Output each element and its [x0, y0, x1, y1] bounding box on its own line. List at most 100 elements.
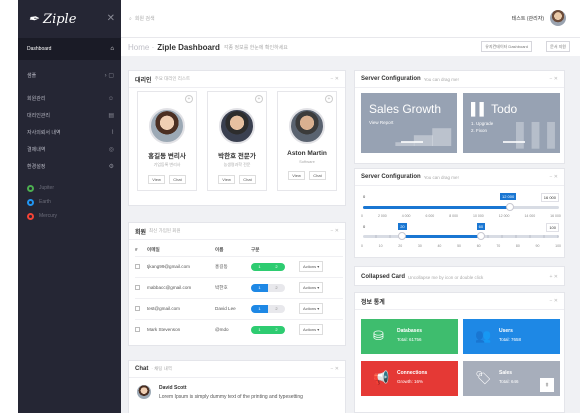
stat-label: Databases — [397, 328, 423, 334]
slider-handle[interactable] — [506, 203, 514, 211]
brand-logo[interactable]: ✒ Ziple ✕ — [18, 0, 121, 38]
chat-card: Chat · 채팅 내역 − ✕ David Scott Lorem Ipsum… — [128, 360, 346, 413]
search-input[interactable]: ⌕ 회원 검색 — [129, 15, 155, 23]
chat-message: Lorem Ipsum is simply dummy text of the … — [159, 394, 303, 400]
sidebar-item-requests[interactable]: 자사의뢰서 내역 ⌇ — [18, 124, 121, 141]
row-checkbox[interactable] — [135, 326, 140, 332]
circle-icon — [27, 212, 34, 220]
sales-growth-tile[interactable]: Sales Growth View Report ▁▃▅ — [361, 93, 457, 153]
todo-item: 2. Fixon — [471, 128, 488, 133]
range-handle-high[interactable] — [476, 232, 485, 240]
member-email[interactable]: mabbacc@gmail.com — [147, 276, 215, 298]
books-icon: ▐▐▐ — [508, 122, 555, 147]
member-type-toggle[interactable]: 12 — [251, 283, 285, 292]
row-checkbox[interactable] — [135, 263, 140, 269]
row-checkbox[interactable] — [135, 284, 140, 290]
actions-dropdown[interactable]: Actions ▾ — [299, 261, 324, 272]
sidebar-item-payments[interactable]: 결제내역 ◎ — [18, 141, 121, 158]
toggle-option[interactable]: 1 — [251, 283, 268, 292]
avatar — [137, 385, 151, 399]
range-handle-low[interactable] — [398, 232, 407, 240]
tile-title-wrap: ▌▌ Todo — [471, 102, 517, 116]
sidebar-planet-jupiter[interactable]: Jupiter — [18, 181, 121, 195]
view-button[interactable]: View — [288, 171, 305, 180]
sidebar-item-label: 대리인관리 — [27, 113, 51, 119]
server-sliders-card: Server Configuration You can drag me! − … — [354, 168, 565, 258]
row-checkbox[interactable] — [135, 305, 140, 311]
todo-tile[interactable]: ▌▌ Todo 1. Upgrade 2. Fixon ▐▐▐ — [463, 93, 560, 153]
card-controls-icon[interactable]: − ✕ — [550, 298, 559, 304]
member-email[interactable]: test@gmail.com — [147, 297, 215, 319]
help-button[interactable]: 문서 지원 — [546, 41, 570, 52]
actions-dropdown[interactable]: Actions ▾ — [299, 282, 324, 293]
search-placeholder: 회원 검색 — [134, 16, 155, 22]
member-type-toggle[interactable]: 12 — [251, 304, 285, 313]
users-stat[interactable]: 👥 Users Total: 7658 — [463, 319, 560, 354]
close-sidebar-icon[interactable]: ✕ — [107, 13, 115, 24]
scroll-top-icon[interactable]: ⇞ — [540, 378, 554, 392]
card-subtitle: You can drag me! — [423, 76, 459, 82]
sidebar-nav: Dashboard ⌂ 샘플 › ▢ 회원관리 ☺ 대리인관리 ▤ 자사의뢰서 … — [18, 38, 121, 223]
toggle-option[interactable]: 1 — [251, 262, 268, 271]
table-row: Mark Stevenson @mdo 12 Actions ▾ — [135, 318, 343, 340]
add-icon[interactable]: + — [255, 95, 263, 103]
toggle-option[interactable]: 1 — [251, 304, 268, 313]
card-title: Collapsed Card — [361, 274, 406, 280]
actions-dropdown[interactable]: Actions ▾ — [299, 324, 324, 336]
chat-button[interactable]: Chat — [169, 175, 186, 184]
chat-button[interactable]: Chat — [239, 175, 256, 184]
agent-name: 박한호 전문가 — [218, 153, 256, 160]
agent-photo — [219, 108, 255, 144]
card-controls-icon[interactable]: + ✕ — [550, 274, 559, 280]
card-title: 정보 통계 — [361, 299, 385, 306]
agent-photo — [149, 108, 185, 144]
chat-button[interactable]: Chat — [309, 171, 326, 180]
dashboard-button[interactable]: 유지컨테이터 Dashboard — [481, 41, 532, 52]
members-card: 회원 최신 가입된 회원 − ✕ # 이메일 이름 구분 tjkang99@gm… — [128, 222, 346, 346]
add-icon[interactable]: + — [185, 95, 193, 103]
collapsed-card[interactable]: Collapsed Card Uncollapse me by icon or … — [354, 266, 565, 286]
sidebar-item-settings[interactable]: 환경설정 ⚙ — [18, 158, 121, 175]
connections-stat[interactable]: 📢 Connections Growth: 16% — [361, 361, 458, 396]
user-menu[interactable]: 테스트 (관리자) — [512, 10, 566, 26]
agent-photo — [289, 108, 325, 144]
breadcrumb[interactable]: Home · — [128, 43, 154, 52]
card-controls-icon[interactable]: − ✕ — [550, 76, 559, 82]
member-type-toggle[interactable]: 12 — [251, 325, 285, 334]
toggle-option[interactable]: 2 — [268, 325, 285, 334]
toggle-option[interactable]: 1 — [251, 325, 268, 334]
sidebar-item-sample[interactable]: 샘플 › ▢ — [18, 67, 121, 84]
add-icon[interactable]: + — [325, 95, 333, 103]
toggle-option[interactable]: 2 — [268, 262, 285, 271]
sidebar-item-members[interactable]: 회원관리 ☺ — [18, 90, 121, 107]
card-controls-icon[interactable]: − ✕ — [331, 366, 340, 372]
column-header: 이름 — [215, 246, 224, 252]
card-controls-icon[interactable]: − ✕ — [550, 174, 559, 180]
range-low-badge: 20 — [398, 223, 407, 230]
sales-stat[interactable]: 🏷 Sales Total: 646 ⇞ — [463, 361, 560, 396]
sidebar-item-dashboard[interactable]: Dashboard ⌂ — [18, 38, 121, 60]
member-email[interactable]: Mark Stevenson — [147, 318, 215, 340]
sidebar-item-label: 결제내역 — [27, 147, 46, 153]
view-button[interactable]: View — [218, 175, 235, 184]
tick-label: 6 000 — [425, 214, 435, 218]
actions-dropdown[interactable]: Actions ▾ — [299, 303, 324, 314]
tile-link[interactable]: View Report — [369, 120, 393, 125]
card-header: 대리인 주요 대리인 리스트 − ✕ — [129, 71, 345, 88]
slider-max-label: 16 000 — [540, 193, 559, 202]
card-controls-icon[interactable]: − ✕ — [331, 228, 340, 234]
member-email[interactable]: tjkang99@gmail.com — [147, 255, 215, 277]
tag-icon: 🏷 — [475, 370, 492, 385]
sidebar-planet-mercury[interactable]: Mercury — [18, 209, 121, 223]
member-type-toggle[interactable]: 12 — [251, 262, 285, 271]
circle-icon — [27, 198, 34, 206]
sidebar-planet-earth[interactable]: Earth — [18, 195, 121, 209]
toggle-option[interactable]: 2 — [268, 283, 285, 292]
card-controls-icon[interactable]: − ✕ — [331, 76, 340, 82]
databases-stat[interactable]: ⛁ Databases Total: 61756 — [361, 319, 458, 354]
sidebar-item-agents[interactable]: 대리인관리 ▤ — [18, 107, 121, 124]
main-content: 대리인 주요 대리인 리스트 − ✕ + 홍길동 변리사 기업등록 변리사 Vi… — [121, 56, 580, 413]
view-button[interactable]: View — [148, 175, 165, 184]
toggle-option[interactable]: 2 — [268, 304, 285, 313]
database-icon: ⛁ — [373, 328, 384, 343]
